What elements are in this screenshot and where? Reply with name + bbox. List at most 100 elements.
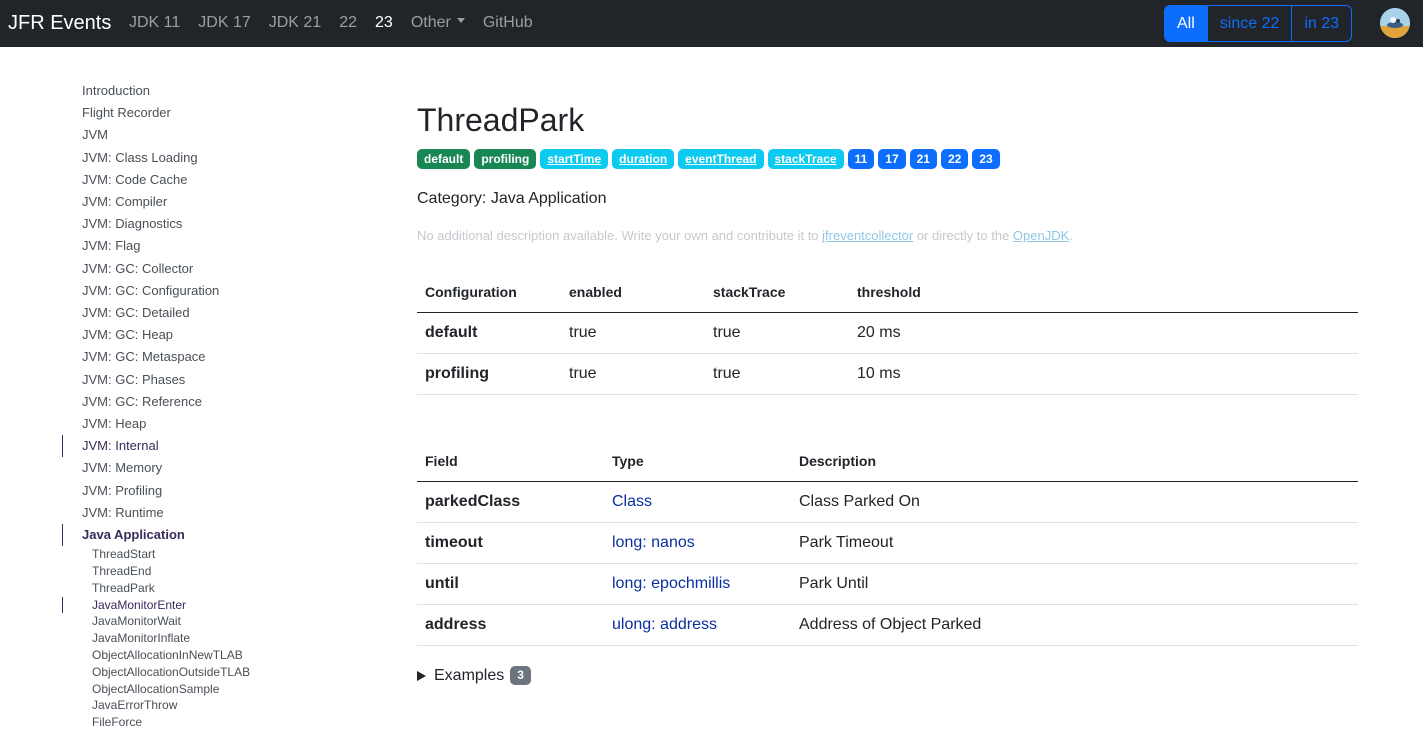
description-text-2: or directly to the (913, 228, 1013, 243)
table-row: timeout long: nanos Park Timeout (417, 522, 1358, 564)
sidebar-item-jvm-runtime[interactable]: JVM: Runtime (62, 502, 362, 524)
caret-down-icon (456, 18, 465, 24)
nav-link-jdk21[interactable]: JDK 21 (269, 13, 321, 33)
filter-since-22-button[interactable]: since 22 (1208, 6, 1293, 41)
column-header-type: Type (604, 441, 791, 482)
cell-threshold: 20 ms (849, 312, 1358, 354)
badge-duration-link[interactable]: duration (612, 149, 675, 169)
nav-link-22[interactable]: 22 (339, 13, 357, 33)
nav-link-github[interactable]: GitHub (483, 13, 533, 33)
fields-table: Field Type Description parkedClass Class… (417, 441, 1358, 646)
column-header-configuration: Configuration (417, 272, 561, 313)
cell-field-type-link[interactable]: ulong: address (604, 604, 791, 646)
sidebar-sub-object-allocation-outside-tlab[interactable]: ObjectAllocationOutsideTLAB (62, 664, 362, 681)
sidebar-sub-object-allocation-sample[interactable]: ObjectAllocationSample (62, 681, 362, 698)
event-description: No additional description available. Wri… (417, 228, 1358, 244)
table-row: profiling true true 10 ms (417, 353, 1358, 395)
sidebar-sub-thread-park[interactable]: ThreadPark (62, 580, 362, 597)
sidebar-item-jvm-flag[interactable]: JVM: Flag (62, 235, 362, 257)
examples-count-badge: 3 (510, 666, 531, 685)
openjdk-link[interactable]: OpenJDK (1013, 228, 1069, 243)
table-row: parkedClass Class Class Parked On (417, 481, 1358, 523)
sidebar-sub-java-monitor-wait[interactable]: JavaMonitorWait (62, 613, 362, 630)
sidebar-item-jvm-internal[interactable]: JVM: Internal (62, 435, 362, 458)
sidebar-sub-java-error-throw[interactable]: JavaErrorThrow (62, 697, 362, 714)
cell-field-name: until (417, 563, 604, 605)
badge-event-thread-link[interactable]: eventThread (678, 149, 764, 169)
badge-profiling: profiling (474, 149, 537, 169)
cell-field-type-link[interactable]: Class (604, 481, 791, 523)
sidebar-item-jvm-gc-heap[interactable]: JVM: GC: Heap (62, 324, 362, 346)
examples-toggle[interactable]: Examples 3 (417, 666, 1358, 685)
nav-link-jdk11[interactable]: JDK 11 (129, 13, 180, 33)
category-value: Java Application (490, 190, 607, 207)
badge-jdk-22[interactable]: 22 (940, 149, 969, 169)
cell-field-description: Park Until (791, 563, 1358, 605)
brand-link[interactable]: JFR Events (8, 11, 111, 35)
cell-field-description: Class Parked On (791, 481, 1358, 523)
table-header-row: Configuration enabled stackTrace thresho… (417, 272, 1358, 313)
cell-field-type-link[interactable]: long: epochmillis (604, 563, 791, 605)
sidebar-item-jvm-gc-phases[interactable]: JVM: GC: Phases (62, 369, 362, 391)
configuration-table: Configuration enabled stackTrace thresho… (417, 272, 1358, 395)
sidebar-item-jvm-heap[interactable]: JVM: Heap (62, 413, 362, 435)
sidebar-sub-java-monitor-inflate[interactable]: JavaMonitorInflate (62, 630, 362, 647)
badge-jdk-11[interactable]: 11 (847, 149, 875, 169)
filter-in-23-button[interactable]: in 23 (1292, 6, 1351, 41)
sidebar-sub-object-allocation-in-new-tlab[interactable]: ObjectAllocationInNewTLAB (62, 647, 362, 664)
nav-link-23[interactable]: 23 (375, 13, 393, 33)
description-text-1: No additional description available. Wri… (417, 228, 823, 243)
sidebar-sub-file-force[interactable]: FileForce (62, 714, 362, 731)
page-title: ThreadPark (417, 102, 585, 138)
top-navbar: JFR Events JDK 11 JDK 17 JDK 21 22 23 Ot… (0, 0, 1423, 47)
sidebar-item-introduction[interactable]: Introduction (62, 80, 362, 102)
nav-links: JDK 11 JDK 17 JDK 21 22 23 Other GitHub (129, 13, 551, 33)
badge-row: default profiling startTime duration eve… (417, 149, 1358, 169)
column-header-enabled: enabled (561, 272, 705, 313)
disclosure-triangle-icon (417, 670, 426, 681)
badge-start-time-link[interactable]: startTime (540, 149, 609, 169)
version-filter-group: All since 22 in 23 (1164, 5, 1353, 42)
column-header-field: Field (417, 441, 604, 482)
cell-stacktrace: true (705, 353, 849, 395)
badge-jdk-23[interactable]: 23 (972, 149, 1000, 169)
sidebar-item-jvm[interactable]: JVM (62, 124, 362, 146)
sidebar-item-jvm-diagnostics[interactable]: JVM: Diagnostics (62, 213, 362, 235)
nav-dropdown-other[interactable]: Other (411, 13, 465, 33)
sidebar-item-jvm-gc-collector[interactable]: JVM: GC: Collector (62, 258, 362, 280)
sidebar-item-jvm-gc-metaspace[interactable]: JVM: GC: Metaspace (62, 346, 362, 368)
badge-jdk-17[interactable]: 17 (878, 149, 906, 169)
column-header-stacktrace: stackTrace (705, 272, 849, 313)
badge-stack-trace-link[interactable]: stackTrace (767, 149, 844, 169)
avatar[interactable] (1380, 8, 1410, 38)
sidebar-item-jvm-profiling[interactable]: JVM: Profiling (62, 480, 362, 502)
sidebar-item-jvm-gc-configuration[interactable]: JVM: GC: Configuration (62, 280, 362, 302)
column-header-threshold: threshold (849, 272, 1358, 313)
cell-field-description: Address of Object Parked (791, 604, 1358, 646)
sidebar-sub-thread-start[interactable]: ThreadStart (62, 546, 362, 563)
sidebar-item-java-application[interactable]: Java Application (62, 524, 362, 547)
cell-config-name: profiling (417, 353, 561, 395)
sidebar-item-jvm-class-loading[interactable]: JVM: Class Loading (62, 147, 362, 169)
badge-default: default (417, 149, 471, 169)
filter-all-button[interactable]: All (1165, 6, 1208, 41)
description-text-3: . (1069, 228, 1073, 243)
sidebar-item-jvm-gc-detailed[interactable]: JVM: GC: Detailed (62, 302, 362, 324)
cell-enabled: true (561, 312, 705, 354)
sidebar-item-flight-recorder[interactable]: Flight Recorder (62, 102, 362, 124)
jfreventcollector-link[interactable]: jfreventcollector (822, 228, 913, 243)
sidebar-sub-java-monitor-enter[interactable]: JavaMonitorEnter (62, 596, 362, 614)
cell-field-description: Park Timeout (791, 522, 1358, 564)
sidebar-item-jvm-code-cache[interactable]: JVM: Code Cache (62, 169, 362, 191)
sidebar-item-jvm-gc-reference[interactable]: JVM: GC: Reference (62, 391, 362, 413)
sidebar-item-jvm-memory[interactable]: JVM: Memory (62, 457, 362, 479)
cell-field-type-link[interactable]: long: nanos (604, 522, 791, 564)
cell-config-name: default (417, 312, 561, 354)
table-row: address ulong: address Address of Object… (417, 604, 1358, 646)
cell-field-name: parkedClass (417, 481, 604, 523)
sidebar-sub-thread-end[interactable]: ThreadEnd (62, 563, 362, 580)
badge-jdk-21[interactable]: 21 (909, 149, 937, 169)
nav-dropdown-other-label: Other (410, 14, 451, 31)
sidebar-item-jvm-compiler[interactable]: JVM: Compiler (62, 191, 362, 213)
nav-link-jdk17[interactable]: JDK 17 (198, 13, 250, 33)
